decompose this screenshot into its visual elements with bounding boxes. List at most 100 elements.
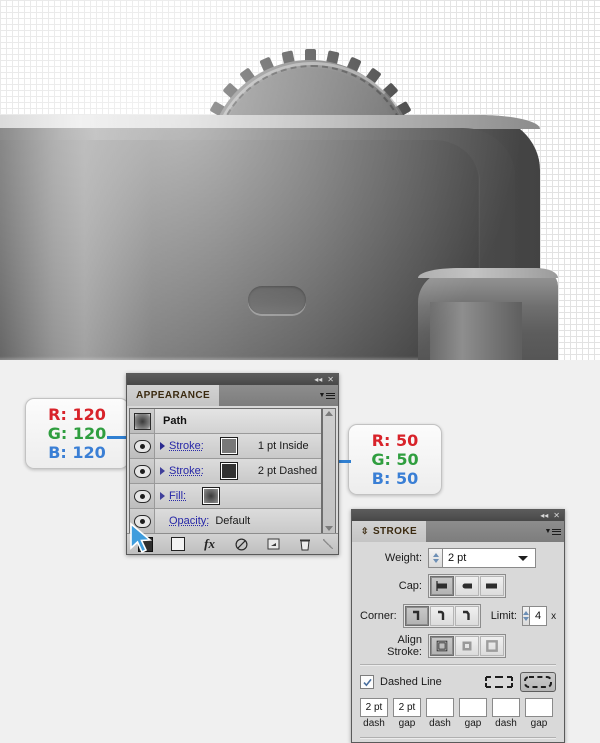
expand-triangle-icon[interactable] [160,492,165,500]
expand-triangle-icon[interactable] [160,442,165,450]
align-stroke-label: Align Stroke: [387,634,422,658]
miter-join-icon[interactable] [404,606,429,626]
callout-right-green: G: 50 [371,450,419,469]
tab-appearance[interactable]: APPEARANCE [127,385,220,406]
align-inside-icon[interactable] [455,636,479,656]
callout-rgb-50: R: 50 G: 50 B: 50 [348,424,442,495]
dash-caption-1: dash [363,718,385,729]
add-new-fill-icon[interactable] [162,534,194,554]
object-body-highlight [0,115,540,129]
stroke-1-color-swatch[interactable] [219,437,238,455]
weight-stepper[interactable] [428,548,442,568]
appearance-row-stroke-2-value: 2 pt Dashed [257,465,318,477]
eye-icon [133,514,151,528]
appearance-row-stroke-1-label[interactable]: Stroke: [169,440,204,452]
dashed-line-checkbox[interactable] [360,675,374,689]
add-new-effect-icon[interactable]: fx [194,534,226,554]
callout-left-red: R: 120 [48,405,106,424]
dash-field-1: 2 pt dash [360,698,388,729]
scroll-up-icon[interactable] [325,411,333,416]
eye-icon [133,439,151,453]
appearance-row-opacity-label[interactable]: Opacity: [169,515,209,527]
butt-cap-icon[interactable] [430,576,454,596]
resize-grip-icon[interactable] [321,534,335,554]
weight-input[interactable]: 2 pt [442,548,536,568]
appearance-row-stroke-2[interactable]: Stroke: 2 pt Dashed [130,459,321,484]
appearance-row-fill-label[interactable]: Fill: [169,490,186,502]
duplicate-item-icon[interactable] [257,534,289,554]
limit-stepper[interactable] [521,606,529,626]
stroke-cap-label: Cap: [398,580,422,592]
gap-input-1[interactable]: 2 pt [393,698,421,717]
delete-item-icon[interactable] [289,534,321,554]
tab-empty-space [426,521,542,542]
stroke-panel-divider-2 [360,737,556,739]
appearance-row-opacity-value: Default [215,515,251,527]
appearance-row-stroke-2-label[interactable]: Stroke: [169,465,204,477]
dash-field-5: dash [492,698,520,729]
bevel-join-icon[interactable] [454,606,479,626]
pill-detail [248,286,306,314]
adjust-dash-to-corners-icon[interactable] [520,672,556,692]
appearance-row-stroke-1[interactable]: Stroke: 1 pt Inside [130,434,321,459]
stroke-corner-label: Corner: [360,610,397,622]
dash-input-3[interactable] [492,698,520,717]
limit-unit: x [551,610,557,622]
stroke-panel-tabbar: ⇳ STROKE ▼ [352,521,564,542]
appearance-row-path[interactable]: Path [130,409,321,434]
dashed-line-label: Dashed Line [380,676,442,688]
round-cap-icon[interactable] [455,576,479,596]
stroke-2-color-swatch[interactable] [219,462,238,480]
close-icon[interactable]: ✕ [327,375,334,384]
projecting-cap-icon[interactable] [480,576,504,596]
limit-value: 4 [534,610,542,622]
illustration-canvas [0,0,600,360]
dash-input-1[interactable]: 2 pt [360,698,388,717]
dash-field-2: 2 pt gap [393,698,421,729]
appearance-panel-body: Path Stroke: 1 pt Inside Stroke: 2 pt Da… [127,406,338,533]
appearance-scrollbar[interactable] [322,408,336,533]
collapse-icon[interactable]: ◂◂ [540,511,548,520]
appearance-panel[interactable]: ◂◂ ✕ APPEARANCE ▼ Path Stroke: 1 pt Insi… [126,373,339,555]
gap-caption-2: gap [464,718,482,729]
appearance-panel-tabbar: APPEARANCE ▼ [127,385,338,406]
callout-left-green: G: 120 [47,424,107,443]
path-thumbnail-icon [133,412,151,430]
align-outside-icon[interactable] [480,636,504,656]
appearance-row-opacity[interactable]: Opacity: Default [130,509,321,533]
stroke-corner-row: Corner: Limit: 4 x [360,604,556,628]
visibility-toggle-stroke-1[interactable] [130,434,155,458]
round-join-icon[interactable] [429,606,454,626]
dash-gap-fields: 2 pt dash 2 pt gap dash gap dash gap [360,698,556,729]
align-center-icon[interactable] [430,636,454,656]
gap-input-2[interactable] [459,698,487,717]
gap-input-3[interactable] [525,698,553,717]
align-stroke-button-group [428,634,506,658]
eye-icon [133,464,151,478]
preserve-dash-exact-icon[interactable] [482,673,516,691]
visibility-toggle-fill[interactable] [130,484,155,508]
dash-input-2[interactable] [426,698,454,717]
visibility-toggle-opacity[interactable] [130,509,155,533]
dash-field-6: gap [525,698,553,729]
stroke-panel[interactable]: ◂◂ ✕ ⇳ STROKE ▼ Weight: 2 pt Cap: Corner… [351,509,565,743]
object-handle-highlight [418,268,558,278]
dash-caption-2: dash [429,718,451,729]
close-icon[interactable]: ✕ [553,511,560,520]
collapse-icon[interactable]: ◂◂ [314,375,322,384]
stroke-weight-label: Weight: [384,552,422,564]
limit-input[interactable]: 4 [528,606,548,626]
add-new-stroke-icon[interactable] [130,534,162,554]
stroke-cap-row: Cap: [360,574,556,598]
chevron-down-icon[interactable] [518,555,528,561]
fill-color-swatch[interactable] [202,487,221,505]
corner-button-group [402,604,481,628]
tab-stroke[interactable]: ⇳ STROKE [352,521,427,542]
visibility-toggle-stroke-2[interactable] [130,459,155,483]
panel-menu-icon[interactable]: ▼ [316,385,338,406]
appearance-row-fill[interactable]: Fill: [130,484,321,509]
scroll-down-icon[interactable] [325,526,333,531]
panel-menu-icon[interactable]: ▼ [542,521,564,542]
clear-appearance-icon[interactable] [225,534,257,554]
expand-triangle-icon[interactable] [160,467,165,475]
